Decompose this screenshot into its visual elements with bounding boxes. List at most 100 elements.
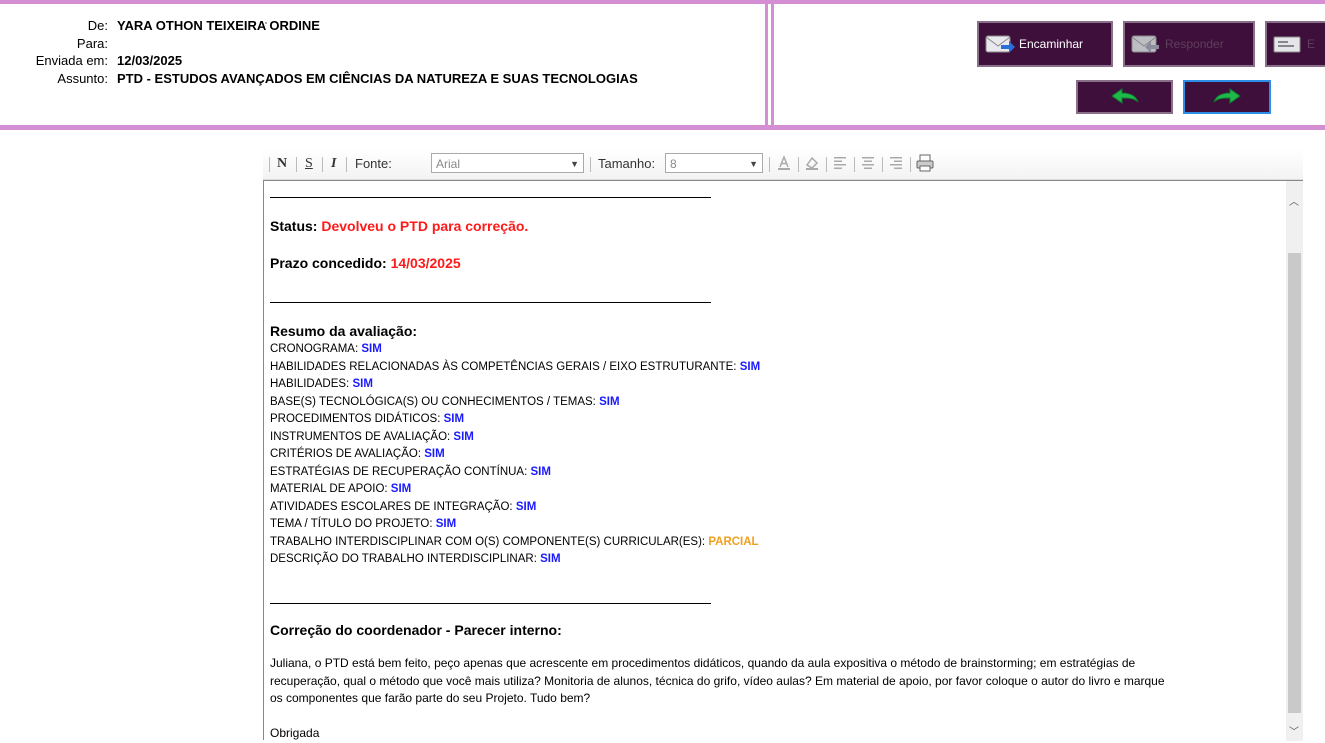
arrow-right-icon (1213, 88, 1241, 104)
print-icon[interactable] (916, 154, 934, 172)
italic-button[interactable]: I (331, 156, 336, 172)
toolbar-separator (269, 157, 270, 172)
item-label: BASE(S) TECNOLÓGICA(S) OU CONHECIMENTOS … (270, 395, 596, 408)
subject-label: Assunto: (57, 70, 108, 86)
item-label: INSTRUMENTOS DE AVALIAÇÃO: (270, 430, 451, 443)
toolbar-separator (882, 157, 883, 172)
message-icon (1273, 36, 1301, 53)
item-value: SIM (352, 378, 373, 390)
correction-line: Juliana, o PTD está bem feito, peço apen… (270, 656, 1136, 670)
toolbar-separator (826, 157, 827, 172)
chevron-down-icon: ▼ (570, 159, 579, 169)
item-label: CRITÉRIOS DE AVALIAÇÃO: (270, 448, 422, 460)
font-label: Fonte: (355, 156, 392, 171)
item-value: SIM (390, 483, 412, 495)
highlight-icon[interactable] (805, 156, 819, 170)
from-value: YARA OTHON TEIXEIRA ORDINE (117, 18, 320, 33)
font-select[interactable]: Arial ▼ (431, 153, 584, 173)
item-value: SIM (361, 343, 382, 355)
from-label: De: (87, 18, 108, 33)
correction-text: Juliana, o PTD está bem feito, peço apen… (270, 655, 1280, 743)
item-value: SIM (739, 360, 761, 373)
item-value: SIM (453, 430, 474, 443)
list-item: PROCEDIMENTOS DIDÁTICOS: SIM (270, 411, 464, 429)
scroll-up-icon[interactable]: ︿ (1289, 193, 1299, 208)
to-row: Para: (0, 35, 760, 53)
scroll-thumb[interactable] (1288, 253, 1301, 713)
delete-button[interactable]: E (1265, 21, 1325, 67)
correction-line: os componentes que farão parte do seu Pr… (270, 691, 591, 705)
size-select[interactable]: 8 ▼ (665, 153, 763, 173)
toolbar-separator (910, 157, 911, 172)
editor-toolbar: N S I Fonte: Arial ▼ Tamanho: 8 ▼ (263, 149, 1303, 180)
summary-title: Resumo da avaliação: (270, 323, 418, 339)
item-value: SIM (540, 553, 561, 565)
bold-button[interactable]: N (277, 156, 287, 172)
vertical-scrollbar[interactable]: ︿ ﹀ (1286, 181, 1303, 741)
item-label: ESTRATÉGIAS DE RECUPERAÇÃO CONTÍNUA: (270, 465, 528, 478)
toolbar-separator (590, 157, 591, 172)
separator-line (270, 603, 711, 604)
forward-label: Encaminhar (1019, 37, 1084, 51)
list-item: DESCRIÇÃO DO TRABALHO INTERDISCIPLINAR: … (270, 551, 561, 569)
size-select-value: 8 (670, 157, 677, 171)
list-item: HABILIDADES RELACIONADAS ÀS COMPETÊNCIAS… (270, 359, 760, 377)
list-item: TRABALHO INTERDISCIPLINAR COM O(S) COMPO… (270, 534, 759, 552)
toolbar-separator (346, 157, 347, 172)
item-label: ATIVIDADES ESCOLARES DE INTEGRAÇÃO: (270, 500, 513, 513)
list-item: BASE(S) TECNOLÓGICA(S) OU CONHECIMENTOS … (270, 394, 620, 412)
deadline-value: 14/03/2025 (390, 255, 461, 271)
list-item: ESTRATÉGIAS DE RECUPERAÇÃO CONTÍNUA: SIM (270, 464, 551, 482)
item-label: MATERIAL DE APOIO: (270, 483, 388, 495)
item-value: SIM (435, 518, 457, 530)
toolbar-separator (854, 157, 855, 172)
align-center-icon[interactable] (861, 156, 875, 170)
item-label: TRABALHO INTERDISCIPLINAR COM O(S) COMPO… (270, 535, 706, 548)
sent-label: Enviada em: (35, 53, 108, 68)
deadline-line: Prazo concedido: 14/03/2025 (270, 255, 461, 273)
list-item: CRITÉRIOS DE AVALIAÇÃO: SIM (270, 446, 445, 464)
reply-envelope-icon (1131, 35, 1159, 53)
status-line: Status: Devolveu o PTD para correção. (270, 218, 528, 236)
chevron-down-icon: ▼ (749, 159, 758, 169)
arrow-left-icon (1110, 88, 1138, 104)
separator-line (270, 197, 711, 198)
item-label: HABILIDADES RELACIONADAS ÀS COMPETÊNCIAS… (270, 360, 737, 373)
next-message-button[interactable] (1183, 80, 1271, 114)
scroll-down-icon[interactable]: ﹀ (1289, 723, 1299, 738)
item-label: TEMA / TÍTULO DO PROJETO: (270, 518, 433, 530)
font-color-icon[interactable] (777, 156, 791, 170)
item-label: CRONOGRAMA: (270, 343, 359, 355)
list-item: ATIVIDADES ESCOLARES DE INTEGRAÇÃO: SIM (270, 499, 536, 517)
item-label: PROCEDIMENTOS DIDÁTICOS: (270, 413, 441, 425)
forward-button[interactable]: Encaminhar (977, 21, 1113, 67)
reply-label: Responder (1165, 37, 1224, 51)
header-divider (771, 0, 774, 130)
to-placeholder-dot (265, 22, 267, 24)
status-value: Devolveu o PTD para correção. (321, 218, 529, 234)
toolbar-separator (322, 157, 323, 172)
to-label: Para: (76, 35, 108, 51)
message-body-editor[interactable]: Status: Devolveu o PTD para correção. Pr… (263, 180, 1303, 743)
item-value: SIM (530, 465, 551, 478)
header-divider (765, 0, 768, 130)
sent-row: Enviada em: 12/03/2025 (0, 52, 760, 70)
message-meta: De: YARA OTHON TEIXEIRA ORDINE Para: Env… (0, 17, 760, 87)
correction-line: recuperação, qual o método que você mais… (270, 673, 1165, 688)
header-bottom-border (0, 125, 1325, 130)
toolbar-separator (769, 157, 770, 172)
align-left-icon[interactable] (833, 156, 847, 170)
correction-title: Correção do coordenador - Parecer intern… (270, 622, 562, 638)
reply-button[interactable]: Responder (1123, 21, 1255, 67)
list-item: TEMA / TÍTULO DO PROJETO: SIM (270, 516, 456, 534)
item-value: PARCIAL (708, 535, 759, 548)
item-value: SIM (599, 395, 620, 408)
size-label: Tamanho: (598, 156, 656, 171)
align-right-icon[interactable] (889, 156, 903, 170)
underline-button[interactable]: S (305, 156, 313, 172)
subject-value: PTD - ESTUDOS AVANÇADOS EM CIÊNCIAS DA N… (117, 70, 638, 86)
list-item: CRONOGRAMA: SIM (270, 341, 382, 359)
list-item: MATERIAL DE APOIO: SIM (270, 481, 411, 499)
sent-value: 12/03/2025 (117, 53, 183, 68)
previous-message-button[interactable] (1076, 80, 1173, 114)
